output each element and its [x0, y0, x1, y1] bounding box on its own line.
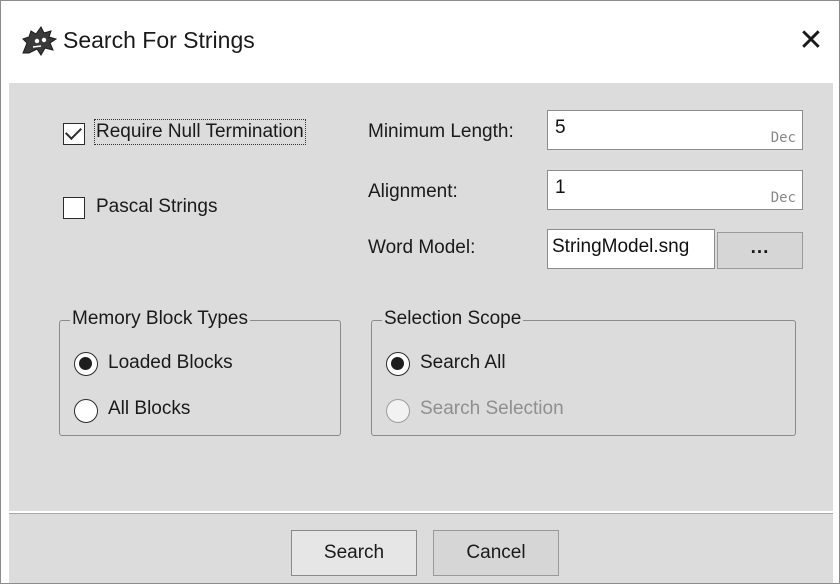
- min-length-field[interactable]: 5 Dec: [547, 110, 803, 150]
- close-icon[interactable]: ✕: [791, 19, 831, 63]
- min-length-radix: Dec: [770, 130, 796, 146]
- require-null-checkbox[interactable]: [63, 123, 85, 145]
- require-null-label[interactable]: Require Null Termination: [94, 119, 306, 145]
- search-selection-label: Search Selection: [420, 398, 564, 419]
- dialog-content: Require Null Termination Pascal Strings …: [9, 83, 833, 511]
- word-model-label: Word Model:: [368, 237, 476, 258]
- alignment-label: Alignment:: [368, 181, 458, 202]
- dialog-title: Search For Strings: [63, 27, 255, 53]
- selection-scope-group: Selection Scope Search All Search Select…: [371, 308, 796, 436]
- browse-word-model-button[interactable]: ...: [717, 232, 803, 269]
- min-length-label: Minimum Length:: [368, 121, 514, 142]
- alignment-field[interactable]: 1 Dec: [547, 170, 803, 210]
- cancel-button[interactable]: Cancel: [433, 530, 559, 576]
- all-blocks-radio[interactable]: [74, 399, 98, 423]
- word-model-value: StringModel.sng: [552, 236, 690, 257]
- dragon-icon: [22, 26, 58, 56]
- search-all-label[interactable]: Search All: [420, 352, 506, 374]
- alignment-value: 1: [555, 177, 566, 198]
- memory-block-types-title: Memory Block Types: [70, 308, 250, 330]
- pascal-strings-checkbox[interactable]: [63, 197, 85, 219]
- all-blocks-label[interactable]: All Blocks: [108, 398, 190, 420]
- word-model-field[interactable]: StringModel.sng: [547, 229, 715, 269]
- loaded-blocks-radio[interactable]: [74, 352, 98, 376]
- button-bar: Search Cancel: [9, 513, 833, 583]
- title-bar: Search For Strings ✕: [1, 1, 839, 83]
- loaded-blocks-label[interactable]: Loaded Blocks: [108, 352, 233, 374]
- selection-scope-title: Selection Scope: [382, 308, 524, 330]
- search-selection-radio: [386, 399, 410, 423]
- min-length-value: 5: [555, 117, 566, 138]
- alignment-radix: Dec: [770, 190, 796, 206]
- search-button[interactable]: Search: [291, 530, 417, 576]
- search-all-radio[interactable]: [386, 352, 410, 376]
- memory-block-types-group: Memory Block Types Loaded Blocks All Blo…: [59, 308, 341, 436]
- pascal-strings-label[interactable]: Pascal Strings: [96, 196, 217, 218]
- search-strings-dialog: Search For Strings ✕ Require Null Termin…: [0, 0, 840, 584]
